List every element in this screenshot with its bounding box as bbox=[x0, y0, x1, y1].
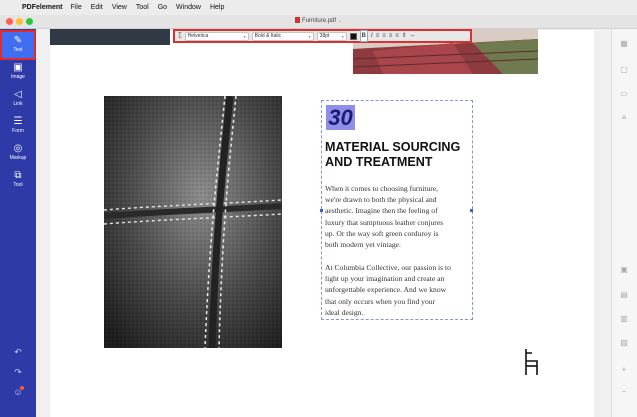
menu-help[interactable]: Help bbox=[210, 4, 224, 11]
image-icon: ▣ bbox=[13, 62, 23, 73]
window-title-bar: Furniture.pdf ⌄ bbox=[0, 15, 637, 29]
form-icon: ☰ bbox=[13, 116, 23, 127]
markup-icon: ◎ bbox=[13, 143, 23, 154]
outline-icon[interactable]: ≡ bbox=[619, 113, 629, 122]
comment-icon[interactable]: ▭ bbox=[619, 89, 629, 98]
tool-link[interactable]: ◁ Link bbox=[2, 86, 34, 112]
tool-tool[interactable]: ⧉ Tool bbox=[2, 167, 34, 193]
edit-tool-sidebar: ✎ Text ▣ Image ◁ Link ☰ Form ◎ Markup ⧉ … bbox=[0, 29, 36, 417]
chair-icon bbox=[522, 348, 540, 381]
text-format-toolbar: T̲ Helvetica ▾ Bold & Italic ▾ 38pt ▾ B I ≡… bbox=[173, 29, 472, 43]
leather-photo[interactable] bbox=[104, 96, 282, 348]
tool-label: Tool bbox=[13, 182, 23, 188]
text-color-swatch[interactable] bbox=[349, 32, 357, 40]
tool-label: Form bbox=[12, 128, 24, 134]
section-heading[interactable]: MATERIAL SOURCING AND TREATMENT bbox=[325, 140, 471, 170]
text-edit-mode-icon[interactable]: T̲ bbox=[178, 31, 182, 41]
redo-icon[interactable]: ↷ bbox=[0, 367, 36, 378]
section-number[interactable]: 30 bbox=[326, 105, 355, 130]
align-right-icon[interactable]: ≡ bbox=[389, 31, 393, 41]
panel-icon[interactable]: ▣ bbox=[619, 265, 629, 274]
banner-image[interactable] bbox=[50, 29, 170, 45]
thumbnails-icon[interactable]: ▦ bbox=[619, 39, 629, 48]
resize-handle-left[interactable] bbox=[320, 209, 323, 212]
notification-badge bbox=[20, 386, 24, 390]
tool-form[interactable]: ☰ Form bbox=[2, 113, 34, 139]
font-style-select[interactable]: Bold & Italic ▾ bbox=[251, 31, 314, 41]
align-left-icon[interactable]: ≡ bbox=[376, 31, 380, 41]
panel-icon[interactable]: ▧ bbox=[619, 338, 629, 347]
tool-label: Markup bbox=[9, 155, 27, 161]
paragraph-spacing-icon[interactable]: ⇔ bbox=[410, 31, 416, 41]
tool-icon: ⧉ bbox=[14, 170, 22, 181]
undo-icon[interactable]: ↶ bbox=[0, 347, 36, 358]
app-name-menu[interactable]: PDFelement bbox=[22, 4, 62, 11]
tool-text[interactable]: ✎ Text bbox=[0, 30, 36, 60]
menu-tool[interactable]: Tool bbox=[136, 4, 149, 11]
menu-bar: PDFelement File Edit View Tool Go Window… bbox=[0, 0, 637, 15]
menu-go[interactable]: Go bbox=[158, 4, 167, 11]
page-icon[interactable]: ▢ bbox=[619, 65, 629, 74]
chevron-down-icon: ⌄ bbox=[337, 18, 342, 24]
line-spacing-icon[interactable]: ⇕ bbox=[402, 31, 407, 41]
body-paragraph-2[interactable]: At Columbia Collective, our passion is t… bbox=[325, 262, 471, 318]
account-icon[interactable]: ☺ bbox=[0, 387, 36, 397]
pdf-file-icon bbox=[295, 17, 301, 23]
tool-label: Link bbox=[13, 101, 23, 107]
chevron-down-icon: ▾ bbox=[243, 33, 246, 39]
body-paragraph-1[interactable]: When it comes to choosing furniture, we'… bbox=[325, 183, 471, 250]
font-size-select[interactable]: 38pt ▾ bbox=[316, 31, 347, 41]
tool-markup[interactable]: ◎ Markup bbox=[2, 140, 34, 166]
zoom-out-icon[interactable]: − bbox=[619, 387, 629, 396]
right-panel: ▦ ▢ ▭ ≡ ▣ ▤ ▥ ▧ + − bbox=[611, 29, 637, 417]
pencil-icon: ✎ bbox=[13, 35, 23, 46]
align-center-icon[interactable]: ≡ bbox=[382, 31, 386, 41]
tool-image[interactable]: ▣ Image bbox=[2, 59, 34, 85]
italic-button[interactable]: I bbox=[371, 31, 373, 41]
zoom-in-icon[interactable]: + bbox=[619, 365, 629, 374]
tool-label: Text bbox=[13, 47, 23, 53]
menu-window[interactable]: Window bbox=[176, 4, 201, 11]
bold-button[interactable]: B bbox=[359, 30, 369, 42]
align-justify-icon[interactable]: ≡ bbox=[395, 31, 399, 41]
menu-file[interactable]: File bbox=[70, 4, 81, 11]
panel-icon[interactable]: ▥ bbox=[619, 314, 629, 323]
panel-icon[interactable]: ▤ bbox=[619, 290, 629, 299]
font-family-select[interactable]: Helvetica ▾ bbox=[184, 31, 249, 41]
tool-label: Image bbox=[11, 74, 25, 80]
link-icon: ◁ bbox=[14, 89, 22, 100]
document-title[interactable]: Furniture.pdf ⌄ bbox=[0, 17, 637, 24]
menu-edit[interactable]: Edit bbox=[91, 4, 103, 11]
chevron-down-icon: ▾ bbox=[308, 33, 311, 39]
menu-view[interactable]: View bbox=[112, 4, 127, 11]
chevron-down-icon: ▾ bbox=[341, 33, 344, 39]
